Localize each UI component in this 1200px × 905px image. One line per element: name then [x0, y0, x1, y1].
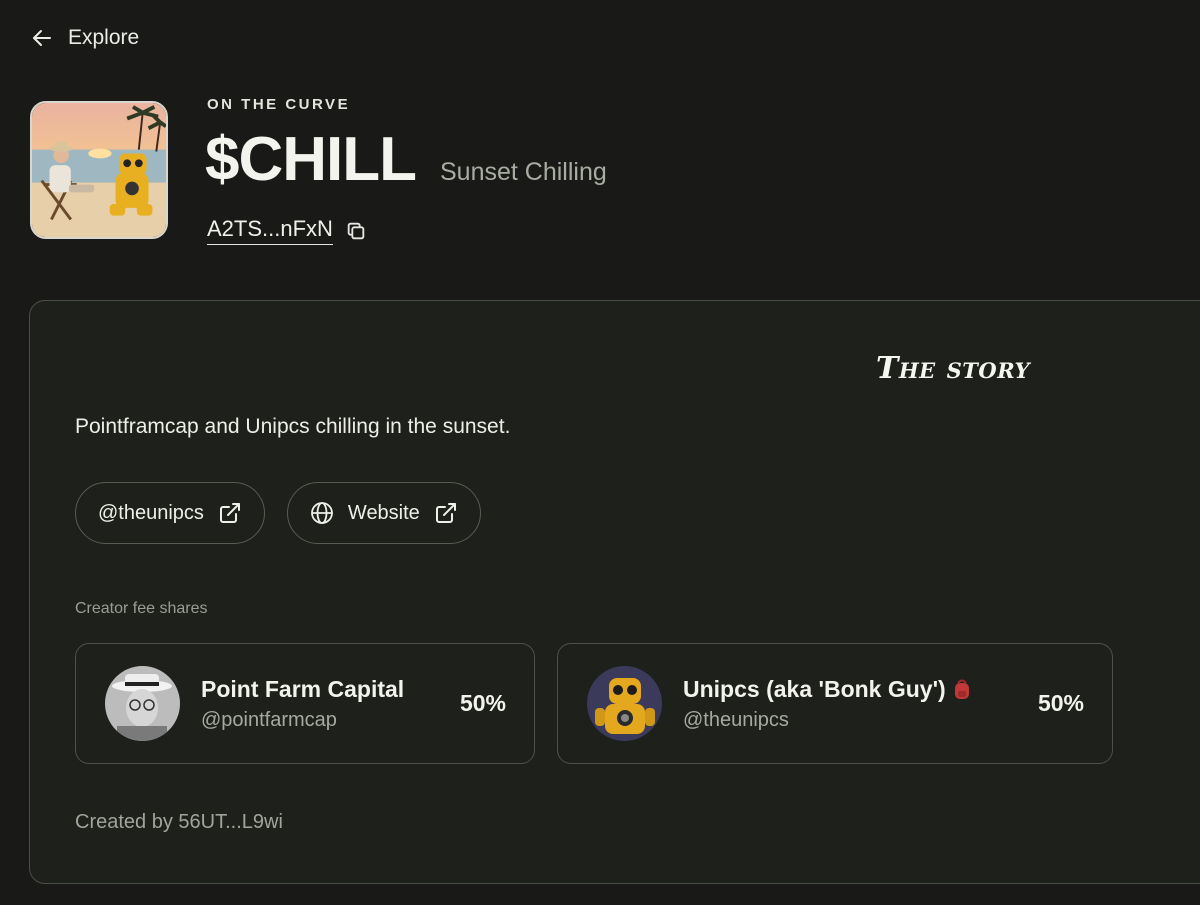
- story-panel: The story Pointframcap and Unipcs chilli…: [29, 300, 1200, 884]
- avatar: [587, 666, 662, 741]
- token-name: Sunset Chilling: [440, 158, 607, 186]
- back-label: Explore: [68, 26, 140, 49]
- token-page: Explore ON THE CURVE $CHILL Sunset Chill…: [0, 0, 1200, 905]
- red-backpack-icon: [954, 679, 969, 699]
- back-to-explore-link[interactable]: Explore: [30, 26, 139, 50]
- copy-icon[interactable]: [345, 220, 367, 242]
- external-link-icon: [219, 503, 240, 523]
- fee-share-name: Unipcs (aka 'Bonk Guy'): [683, 676, 1038, 703]
- website-link-label: Website: [347, 501, 420, 524]
- token-address-link[interactable]: A2TS...nFxN: [207, 216, 333, 245]
- arrow-left-icon: [33, 30, 51, 46]
- twitter-link-button[interactable]: @theunipcs: [75, 482, 265, 544]
- story-text: Pointframcap and Unipcs chilling in the …: [75, 415, 511, 438]
- fee-share-name-text: Unipcs (aka 'Bonk Guy'): [683, 675, 946, 702]
- fee-share-card[interactable]: Unipcs (aka 'Bonk Guy') @theunipcs 50%: [557, 643, 1113, 764]
- external-link-icon: [435, 503, 456, 523]
- token-status-label: ON THE CURVE: [207, 96, 351, 113]
- token-ticker: $CHILL: [205, 125, 417, 194]
- website-link-button[interactable]: Website: [286, 482, 481, 544]
- fee-share-info: Point Farm Capital @pointfarmcap: [201, 676, 460, 732]
- story-heading: The story: [876, 351, 1030, 386]
- token-image: [30, 101, 168, 239]
- avatar: [105, 666, 180, 741]
- token-address-row: A2TS...nFxN: [207, 216, 367, 245]
- fee-share-percent: 50%: [459, 690, 506, 716]
- fee-shares-label: Creator fee shares: [75, 600, 208, 617]
- created-by-text[interactable]: Created by 56UT...L9wi: [75, 811, 283, 834]
- fee-share-handle: @theunipcs: [683, 708, 789, 731]
- fee-share-name: Point Farm Capital: [201, 676, 460, 703]
- fee-share-name-text: Point Farm Capital: [201, 675, 405, 702]
- fee-share-handle: @pointfarmcap: [201, 708, 337, 731]
- fee-share-card[interactable]: Point Farm Capital @pointfarmcap 50%: [75, 643, 535, 764]
- fee-share-info: Unipcs (aka 'Bonk Guy') @theunipcs: [683, 676, 1038, 732]
- globe-icon: [311, 502, 333, 524]
- token-title-row: $CHILL Sunset Chilling: [205, 124, 607, 195]
- social-links: @theunipcs Website: [75, 482, 481, 544]
- twitter-link-label: @theunipcs: [98, 501, 204, 524]
- fee-share-percent: 50%: [1037, 690, 1084, 716]
